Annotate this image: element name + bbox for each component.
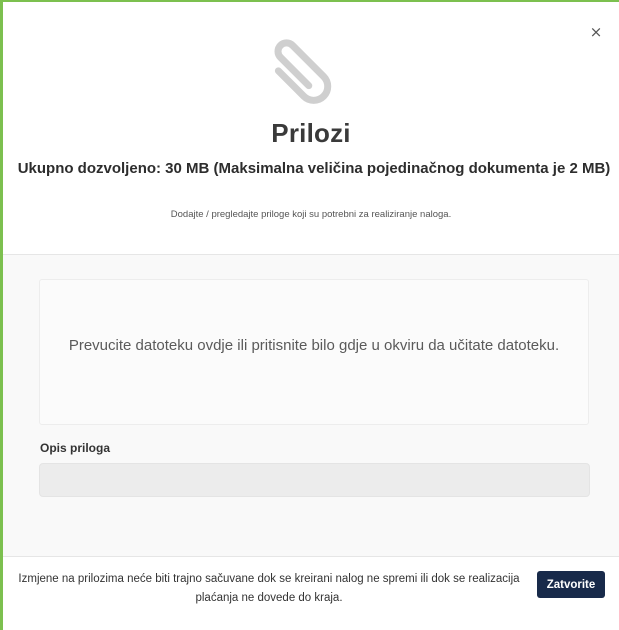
footer-note: Izmjene na prilozima neće biti trajno sa… <box>18 573 520 604</box>
close-button[interactable]: Zatvorite <box>537 571 605 598</box>
description-label: Opis priloga <box>40 441 111 455</box>
description-input[interactable] <box>39 463 590 497</box>
modal-header: Prilozi Ukupno dozvoljeno: 30 MB (Maksim… <box>3 0 619 254</box>
attachments-modal: × Prilozi Ukupno dozvoljeno: 30 MB (Maks… <box>0 0 619 630</box>
paperclip-icon <box>274 39 332 104</box>
size-limit-text: Ukupno dozvoljeno: 30 MB (Maksimalna vel… <box>17 160 611 177</box>
dropzone-text: Prevucite datoteku ovdje ili pritisnite … <box>68 337 560 354</box>
modal-body: Prevucite datoteku ovdje ili pritisnite … <box>3 255 619 556</box>
divider <box>3 556 619 557</box>
modal-hint: Dodajte / pregledajte priloge koji su po… <box>170 209 452 220</box>
modal-title: Prilozi <box>271 118 351 148</box>
file-dropzone[interactable]: Prevucite datoteku ovdje ili pritisnite … <box>39 279 589 425</box>
